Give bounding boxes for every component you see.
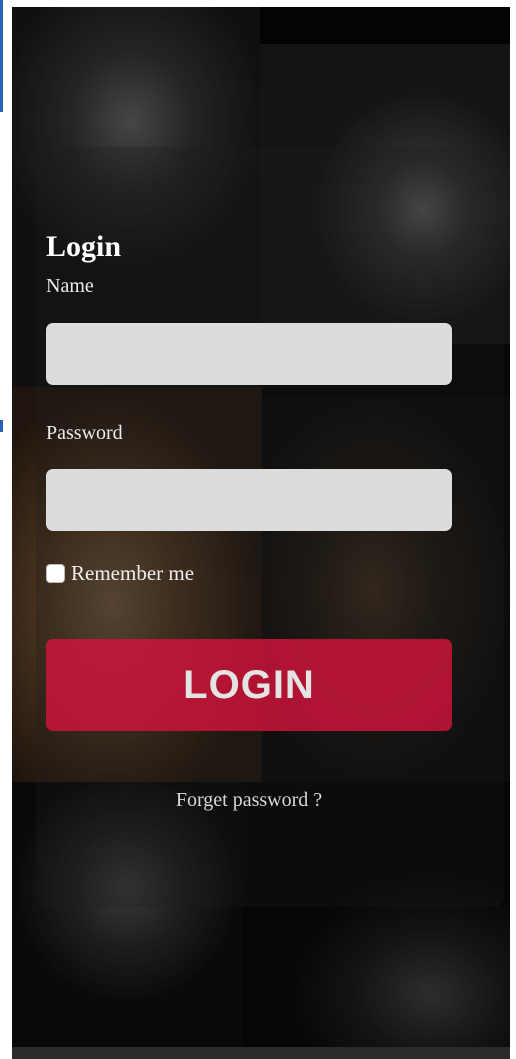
login-button-label: LOGIN <box>183 662 315 707</box>
password-label: Password <box>46 422 123 444</box>
edge-mark <box>0 0 3 112</box>
name-label: Name <box>46 275 94 297</box>
remember-me-checkbox[interactable] <box>46 564 65 583</box>
name-input[interactable] <box>46 323 452 385</box>
password-input[interactable] <box>46 469 452 531</box>
login-title: Login <box>46 230 122 263</box>
forgot-password-link[interactable]: Forget password ? <box>0 789 498 812</box>
bottom-bar <box>12 1047 510 1059</box>
login-button[interactable]: LOGIN <box>46 639 452 731</box>
left-edge <box>0 0 12 1059</box>
remember-me-label: Remember me <box>71 561 195 585</box>
edge-mark <box>0 420 3 432</box>
remember-me-row[interactable]: Remember me <box>46 561 194 586</box>
